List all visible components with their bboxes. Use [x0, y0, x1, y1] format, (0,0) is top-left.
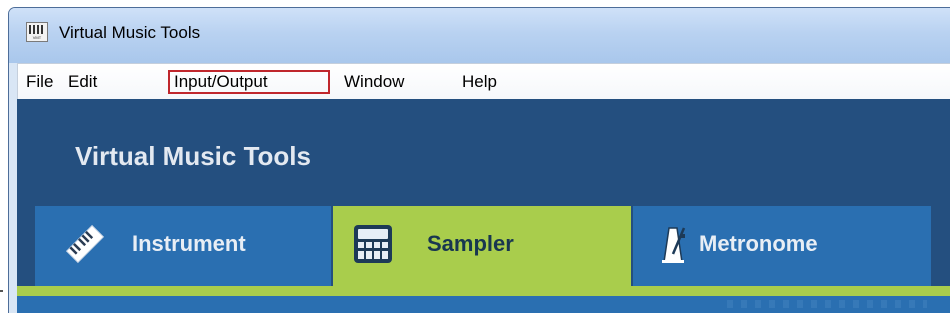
menu-edit[interactable]: Edit	[64, 70, 101, 94]
tab-instrument-label: Instrument	[132, 231, 246, 256]
menu-window[interactable]: Window	[340, 70, 408, 94]
window-title: Virtual Music Tools	[59, 23, 201, 42]
active-tab-strip	[17, 286, 950, 296]
tab-sampler[interactable]: Sampler	[333, 206, 631, 286]
app-window: VMT Virtual Music Tools File Edit Input/…	[8, 7, 950, 313]
panel-decoration	[727, 300, 927, 308]
metronome-icon	[662, 227, 686, 263]
title-bar[interactable]: VMT Virtual Music Tools	[9, 8, 950, 63]
tab-metronome-label: Metronome	[699, 231, 818, 256]
menu-file[interactable]: File	[22, 70, 57, 94]
main-content: Virtual Music Tools Instrument Sampler M…	[17, 99, 950, 313]
tab-metronome[interactable]: Metronome	[633, 206, 931, 286]
tab-instrument[interactable]: Instrument	[35, 206, 331, 286]
piano-keys-icon	[65, 224, 105, 264]
menu-bar: File Edit Input/Output Window Help	[17, 63, 950, 99]
screen-edge-mark	[0, 290, 3, 292]
piano-app-icon[interactable]: VMT	[26, 22, 48, 42]
tab-content-panel	[17, 296, 950, 313]
menu-input-output[interactable]: Input/Output	[168, 70, 330, 94]
app-header-title: Virtual Music Tools	[75, 141, 311, 171]
sampler-pad-icon	[354, 225, 392, 263]
menu-help[interactable]: Help	[458, 70, 501, 94]
tab-sampler-label: Sampler	[427, 231, 514, 256]
app-icon-caption: VMT	[32, 35, 42, 40]
app-icon-keys	[29, 25, 45, 34]
